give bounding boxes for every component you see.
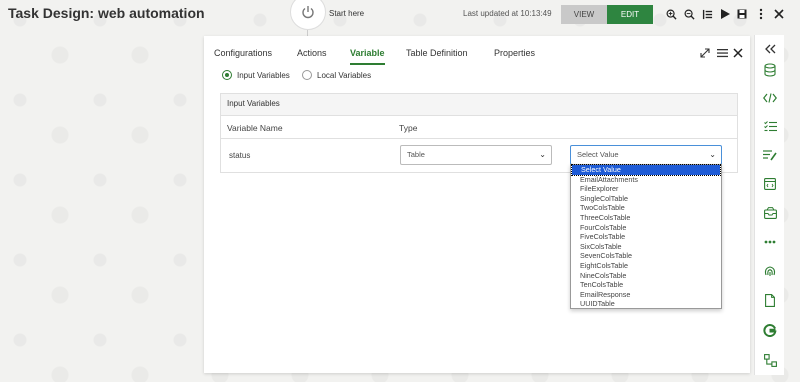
dropdown-option[interactable]: EightColsTable: [571, 261, 721, 271]
close-icon[interactable]: [773, 8, 785, 20]
tab-properties[interactable]: Properties: [494, 48, 535, 58]
checklist-icon[interactable]: [762, 119, 778, 135]
active-tab-indicator: [350, 63, 385, 65]
dropdown-option[interactable]: SevenColsTable: [571, 251, 721, 261]
dropdown-option[interactable]: TenColsTable: [571, 280, 721, 290]
variable-name-cell: status: [229, 151, 251, 160]
inbox-icon[interactable]: [762, 205, 778, 221]
database-icon[interactable]: [762, 62, 778, 78]
type-select[interactable]: Table ⌄: [400, 145, 552, 165]
dropdown-option[interactable]: FileExplorer: [571, 184, 721, 194]
radio-label: Input Variables: [237, 70, 290, 80]
more-vertical-icon[interactable]: [755, 8, 767, 20]
dropdown-option[interactable]: Select Value: [571, 164, 721, 176]
dropdown-option[interactable]: SixColsTable: [571, 242, 721, 252]
tab-actions[interactable]: Actions: [297, 48, 327, 58]
right-rail: [754, 35, 784, 375]
divider: [221, 138, 737, 139]
view-button[interactable]: VIEW: [561, 5, 607, 24]
dropdown-option[interactable]: NineColsTable: [571, 271, 721, 281]
more-horizontal-icon[interactable]: [762, 234, 778, 250]
radio-local-variables[interactable]: Local Variables: [302, 70, 371, 80]
dropdown-option[interactable]: EmailAttachments: [571, 175, 721, 185]
tab-table-definition[interactable]: Table Definition: [406, 48, 468, 58]
radio-input-variables[interactable]: Input Variables: [222, 70, 290, 80]
menu-icon[interactable]: [716, 47, 728, 59]
dropdown-option[interactable]: TwoColsTable: [571, 203, 721, 213]
zoom-out-icon[interactable]: [683, 8, 695, 20]
chevron-down-icon: ⌄: [539, 150, 546, 159]
power-icon: [302, 6, 314, 19]
save-icon[interactable]: [736, 8, 748, 20]
google-icon[interactable]: [762, 322, 778, 338]
section-title: Input Variables: [221, 94, 737, 116]
column-header-name: Variable Name: [227, 123, 283, 133]
edit-list-icon[interactable]: [762, 147, 778, 163]
value-dropdown-list: Select Value EmailAttachments FileExplor…: [570, 164, 722, 309]
top-bar: Task Design: web automation Start here L…: [0, 0, 800, 40]
dropdown-option[interactable]: EmailResponse: [571, 290, 721, 300]
start-label: Start here: [329, 9, 365, 18]
dropdown-option[interactable]: FourColsTable: [571, 223, 721, 233]
collapse-icon[interactable]: [762, 41, 778, 57]
flow-icon[interactable]: [762, 352, 778, 368]
zoom-in-icon[interactable]: [665, 8, 677, 20]
code-icon[interactable]: [762, 90, 778, 106]
fingerprint-icon[interactable]: [762, 262, 778, 278]
edit-button[interactable]: EDIT: [607, 5, 653, 24]
align-icon[interactable]: [701, 8, 713, 20]
tab-configurations[interactable]: Configurations: [214, 48, 272, 58]
expand-icon[interactable]: [699, 47, 711, 59]
dropdown-option[interactable]: ThreeColsTable: [571, 213, 721, 223]
column-header-type: Type: [399, 123, 418, 133]
type-select-value: Table: [407, 150, 425, 159]
start-node[interactable]: [290, 0, 326, 30]
document-icon[interactable]: [762, 292, 778, 308]
chevron-down-icon: ⌄: [709, 150, 716, 159]
dropdown-option[interactable]: UUIDTable: [571, 299, 721, 309]
last-updated: Last updated at 10:13:49: [463, 9, 552, 18]
tab-variable[interactable]: Variable: [350, 48, 385, 58]
page-title: Task Design: web automation: [8, 5, 205, 21]
value-select[interactable]: Select Value ⌄: [570, 145, 722, 165]
dropdown-option[interactable]: SingleColTable: [571, 194, 721, 204]
browser-icon[interactable]: [762, 176, 778, 192]
panel-close-icon[interactable]: [732, 47, 744, 59]
radio-label: Local Variables: [317, 70, 372, 80]
radio-button[interactable]: [302, 70, 312, 80]
value-select-value: Select Value: [577, 150, 619, 159]
play-icon[interactable]: [719, 8, 731, 20]
dropdown-option[interactable]: FiveColsTable: [571, 232, 721, 242]
radio-button[interactable]: [222, 70, 232, 80]
